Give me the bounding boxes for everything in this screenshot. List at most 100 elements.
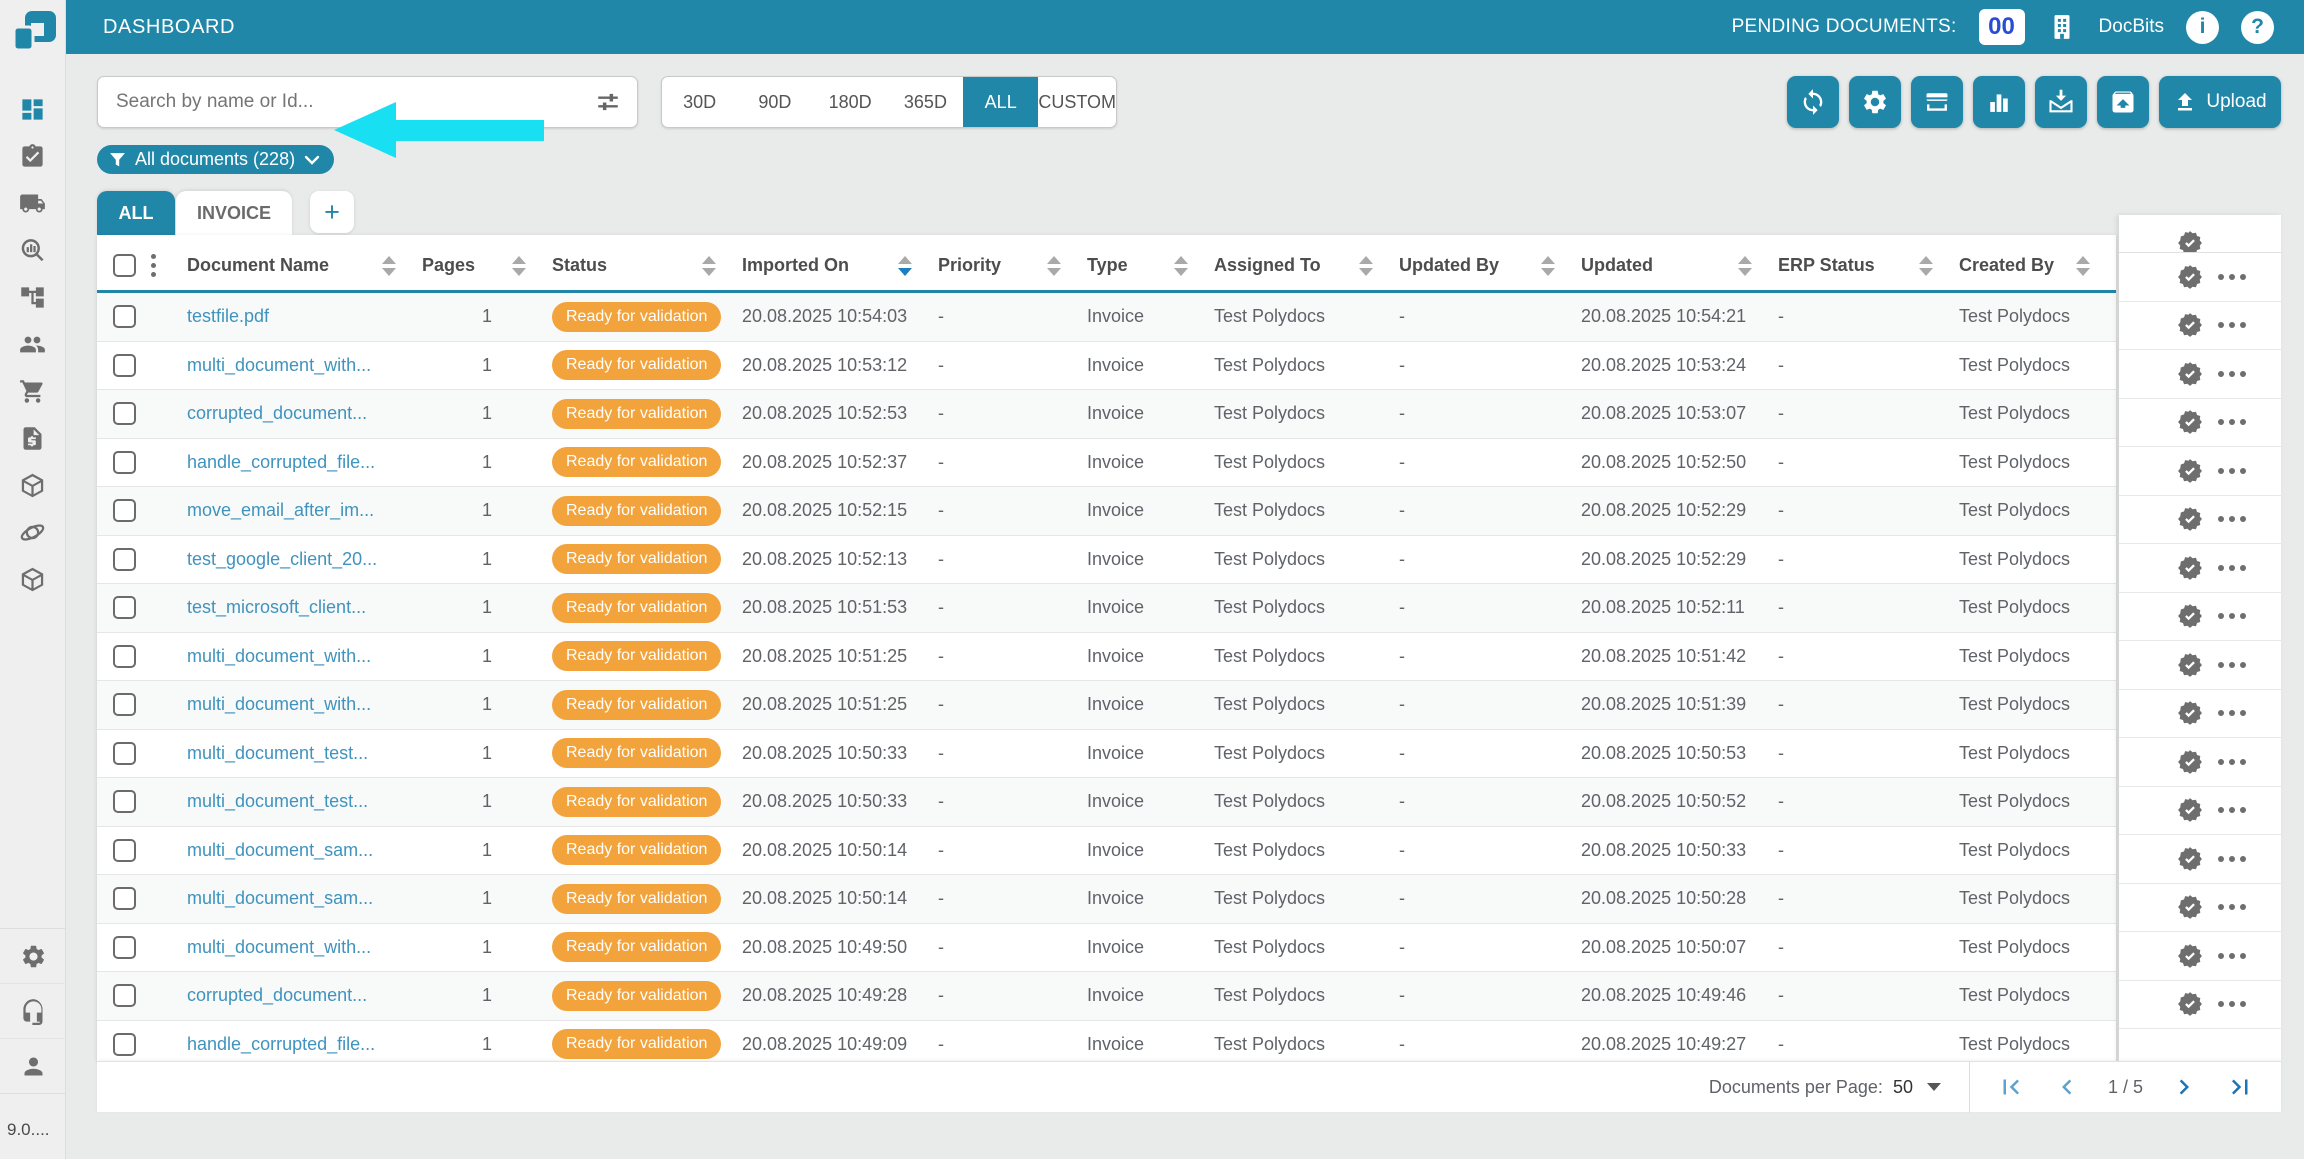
row-checkbox[interactable] — [113, 693, 136, 716]
column-header-pages[interactable]: Pages — [422, 255, 552, 276]
last-page-button[interactable] — [2225, 1072, 2255, 1102]
table-row[interactable]: test_microsoft_client... 1 Ready for val… — [97, 584, 2116, 633]
tab-all[interactable]: ALL — [97, 191, 175, 235]
row-checkbox[interactable] — [113, 451, 136, 474]
table-row[interactable]: corrupted_document... 1 Ready for valida… — [97, 972, 2116, 1021]
scanner-button[interactable] — [1911, 76, 1963, 128]
row-checkbox[interactable] — [113, 839, 136, 862]
sidebar-item-profile[interactable] — [0, 1039, 66, 1094]
document-name-link[interactable]: handle_corrupted_file... — [187, 452, 375, 472]
row-more-options-icon[interactable] — [2218, 274, 2246, 280]
row-more-options-icon[interactable] — [2218, 1001, 2246, 1007]
document-name-link[interactable]: multi_document_with... — [187, 355, 371, 375]
document-name-link[interactable]: multi_document_test... — [187, 743, 368, 763]
verified-seal-icon[interactable] — [2177, 991, 2203, 1017]
per-page-dropdown-icon[interactable] — [1927, 1083, 1941, 1091]
table-row[interactable]: multi_document_sam... 1 Ready for valida… — [97, 875, 2116, 924]
row-checkbox[interactable] — [113, 596, 136, 619]
docbits-logo-icon[interactable] — [11, 10, 57, 58]
next-page-button[interactable] — [2169, 1072, 2199, 1102]
column-header-status[interactable]: Status — [552, 255, 742, 276]
brand-name[interactable]: DocBits — [2099, 16, 2164, 38]
select-all-checkbox[interactable] — [113, 254, 136, 277]
document-name-link[interactable]: multi_document_with... — [187, 937, 371, 957]
row-checkbox[interactable] — [113, 936, 136, 959]
date-range-all[interactable]: ALL — [963, 77, 1038, 127]
sidebar-item-packages[interactable] — [0, 462, 66, 509]
refresh-button[interactable] — [1787, 76, 1839, 128]
verified-seal-icon[interactable] — [2177, 264, 2203, 290]
table-row[interactable]: multi_document_test... 1 Ready for valid… — [97, 730, 2116, 779]
row-more-options-icon[interactable] — [2218, 419, 2246, 425]
verified-seal-icon[interactable] — [2177, 409, 2203, 435]
row-checkbox[interactable] — [113, 499, 136, 522]
sidebar-item-workflow[interactable] — [0, 274, 66, 321]
verified-seal-icon[interactable] — [2177, 749, 2203, 775]
row-more-options-icon[interactable] — [2218, 565, 2246, 571]
row-more-options-icon[interactable] — [2218, 613, 2246, 619]
date-range-90d[interactable]: 90D — [737, 77, 812, 127]
sidebar-item-invoices[interactable] — [0, 415, 66, 462]
column-header-type[interactable]: Type — [1087, 255, 1214, 276]
column-header-erp-status[interactable]: ERP Status — [1778, 255, 1959, 276]
document-name-link[interactable]: handle_corrupted_file... — [187, 1034, 375, 1054]
sidebar-item-analytics-search[interactable] — [0, 227, 66, 274]
row-more-options-icon[interactable] — [2218, 322, 2246, 328]
verified-seal-icon[interactable] — [2177, 700, 2203, 726]
row-checkbox[interactable] — [113, 354, 136, 377]
document-name-link[interactable]: corrupted_document... — [187, 403, 367, 423]
document-name-link[interactable]: corrupted_document... — [187, 985, 367, 1005]
row-more-options-icon[interactable] — [2218, 759, 2246, 765]
table-menu-kebab-icon[interactable] — [151, 254, 156, 277]
verified-seal-icon[interactable] — [2177, 506, 2203, 532]
add-tab-button[interactable]: + — [310, 191, 354, 233]
documents-filter-pill[interactable]: All documents (228) — [97, 145, 334, 174]
row-checkbox[interactable] — [113, 402, 136, 425]
document-name-link[interactable]: multi_document_sam... — [187, 840, 373, 860]
document-name-link[interactable]: move_email_after_im... — [187, 500, 374, 520]
document-name-link[interactable]: multi_document_test... — [187, 791, 368, 811]
column-header-updated[interactable]: Updated — [1581, 255, 1778, 276]
column-header-created-by[interactable]: Created By — [1959, 255, 2116, 276]
row-more-options-icon[interactable] — [2218, 953, 2246, 959]
row-checkbox[interactable] — [113, 742, 136, 765]
row-more-options-icon[interactable] — [2218, 904, 2246, 910]
table-row[interactable]: handle_corrupted_file... 1 Ready for val… — [97, 1021, 2116, 1062]
pending-documents-count[interactable]: 00 — [1979, 9, 2025, 45]
first-page-button[interactable] — [1996, 1072, 2026, 1102]
table-row[interactable]: multi_document_with... 1 Ready for valid… — [97, 681, 2116, 730]
verified-seal-icon[interactable] — [2177, 312, 2203, 338]
column-header-updated-by[interactable]: Updated By — [1399, 255, 1581, 276]
table-row[interactable]: multi_document_with... 1 Ready for valid… — [97, 924, 2116, 973]
sidebar-item-dashboard[interactable] — [0, 86, 66, 133]
row-more-options-icon[interactable] — [2218, 516, 2246, 522]
sidebar-item-tasks[interactable] — [0, 133, 66, 180]
verified-seal-icon[interactable] — [2177, 652, 2203, 678]
table-row[interactable]: handle_corrupted_file... 1 Ready for val… — [97, 439, 2116, 488]
verified-seal-icon[interactable] — [2177, 894, 2203, 920]
row-more-options-icon[interactable] — [2218, 856, 2246, 862]
row-checkbox[interactable] — [113, 548, 136, 571]
search-filter-tune-icon[interactable] — [595, 89, 621, 115]
column-header-priority[interactable]: Priority — [938, 255, 1087, 276]
document-name-link[interactable]: multi_document_with... — [187, 694, 371, 714]
table-row[interactable]: corrupted_document... 1 Ready for valida… — [97, 390, 2116, 439]
sidebar-item-purchasing[interactable] — [0, 368, 66, 415]
column-header-document-name[interactable]: Document Name — [187, 255, 422, 276]
search-input[interactable]: Search by name or Id... — [97, 76, 638, 128]
table-row[interactable]: move_email_after_im... 1 Ready for valid… — [97, 487, 2116, 536]
row-checkbox[interactable] — [113, 645, 136, 668]
analytics-button[interactable] — [1973, 76, 2025, 128]
tab-invoice[interactable]: INVOICE — [176, 191, 292, 235]
table-row[interactable]: multi_document_with... 1 Ready for valid… — [97, 633, 2116, 682]
per-page-value[interactable]: 50 — [1893, 1077, 1913, 1098]
verified-seal-icon[interactable] — [2177, 603, 2203, 629]
verified-seal-icon[interactable] — [2177, 361, 2203, 387]
column-header-assigned-to[interactable]: Assigned To — [1214, 255, 1399, 276]
table-row[interactable]: multi_document_with... 1 Ready for valid… — [97, 342, 2116, 391]
sidebar-item-shipping[interactable] — [0, 180, 66, 227]
verified-seal-icon[interactable] — [2177, 555, 2203, 581]
row-more-options-icon[interactable] — [2218, 710, 2246, 716]
upload-button[interactable]: Upload — [2159, 76, 2281, 128]
verified-seal-icon[interactable] — [2177, 458, 2203, 484]
